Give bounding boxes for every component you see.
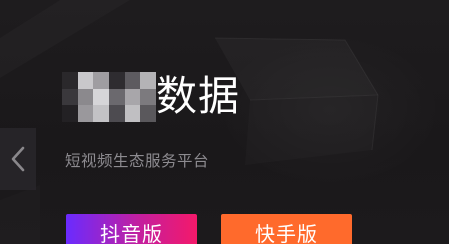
page-subtitle: 短视频生态服务平台 (65, 152, 210, 170)
page-title: 数据 (156, 72, 240, 120)
hero-banner: 数据 短视频生态服务平台 抖音版 快手版 (0, 0, 449, 244)
kuaishou-version-button[interactable]: 快手版 (221, 214, 352, 244)
douyin-version-button[interactable]: 抖音版 (66, 214, 197, 244)
brand-name-redacted (62, 72, 156, 122)
background-decoration (214, 37, 379, 151)
chevron-left-icon (11, 146, 25, 172)
prev-slide-button[interactable] (0, 128, 36, 190)
